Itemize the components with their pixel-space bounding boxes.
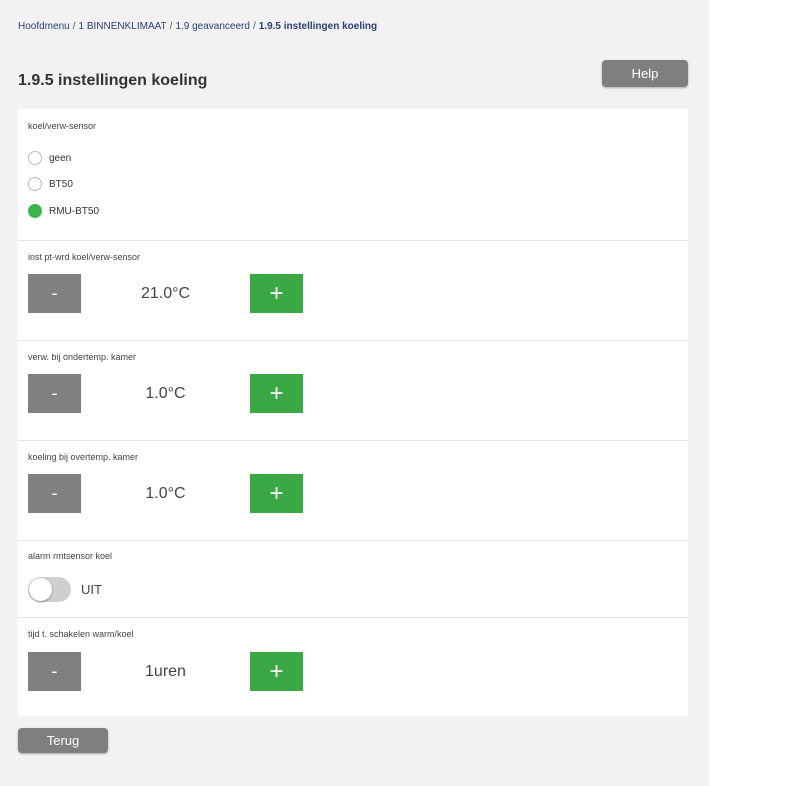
alarm-label: alarm rmtsensor koel — [28, 551, 113, 561]
breadcrumb-item-geavanceerd[interactable]: 1.9 geavanceerd — [175, 21, 250, 32]
radio-button[interactable] — [28, 151, 42, 165]
undertemp-stepper: - 1.0°C + — [28, 374, 304, 413]
setpoint-value: 21.0°C — [140, 284, 191, 302]
breadcrumb-separator: / — [72, 21, 76, 32]
undertemp-section: verw. bij ondertemp. kamer - 1.0°C + — [18, 341, 688, 441]
radio-option-geen[interactable]: geen — [28, 151, 71, 165]
alarm-state: UIT — [81, 582, 102, 597]
overtemp-stepper: - 1.0°C + — [28, 474, 304, 513]
main-panel: Hoofdmenu/1 BINNENKLIMAAT/1.9 geavanceer… — [0, 0, 709, 786]
increase-button[interactable]: + — [250, 374, 303, 413]
switch-time-value: 1uren — [145, 662, 186, 680]
overtemp-value: 1.0°C — [145, 484, 186, 502]
toggle-knob — [29, 578, 52, 601]
breadcrumb-item-binnenklimaat[interactable]: 1 BINNENKLIMAAT — [78, 21, 166, 32]
sensor-section: koel/verw-sensor geen BT50 RMU-BT50 — [18, 109, 688, 241]
breadcrumb: Hoofdmenu/1 BINNENKLIMAAT/1.9 geavanceer… — [18, 21, 377, 32]
back-button[interactable]: Terug — [18, 728, 108, 753]
help-button[interactable]: Help — [602, 60, 688, 87]
increase-button[interactable]: + — [250, 274, 303, 313]
decrease-button[interactable]: - — [28, 474, 81, 513]
switch-time-section: tijd t. schakelen warm/koel - 1uren + — [18, 618, 688, 716]
switch-time-stepper: - 1uren + — [28, 652, 304, 691]
breadcrumb-separator: / — [169, 21, 173, 32]
increase-button[interactable]: + — [250, 474, 303, 513]
alarm-toggle[interactable] — [28, 577, 71, 602]
decrease-button[interactable]: - — [28, 274, 81, 313]
decrease-button[interactable]: - — [28, 374, 81, 413]
breadcrumb-separator: / — [252, 21, 256, 32]
increase-button[interactable]: + — [250, 652, 303, 691]
page-title: 1.9.5 instellingen koeling — [18, 72, 208, 89]
alarm-section: alarm rmtsensor koel UIT — [18, 541, 688, 618]
radio-button[interactable] — [28, 177, 42, 191]
radio-option-bt50[interactable]: BT50 — [28, 177, 73, 191]
breadcrumb-item-hoofdmenu[interactable]: Hoofdmenu — [18, 21, 70, 32]
undertemp-value: 1.0°C — [145, 384, 186, 402]
setpoint-section: inst pt-wrd koel/verw-sensor - 21.0°C + — [18, 241, 688, 341]
overtemp-section: koeling bij overtemp. kamer - 1.0°C + — [18, 441, 688, 541]
undertemp-label: verw. bij ondertemp. kamer — [28, 352, 137, 362]
decrease-button[interactable]: - — [28, 652, 81, 691]
sensor-label: koel/verw-sensor — [28, 121, 97, 131]
setpoint-stepper: - 21.0°C + — [28, 274, 304, 313]
radio-label: BT50 — [49, 178, 73, 190]
radio-button-selected[interactable] — [28, 204, 42, 218]
switch-time-label: tijd t. schakelen warm/koel — [28, 629, 134, 639]
setpoint-label: inst pt-wrd koel/verw-sensor — [28, 252, 141, 262]
overtemp-label: koeling bij overtemp. kamer — [28, 452, 139, 462]
settings-card: koel/verw-sensor geen BT50 RMU-BT50 inst… — [18, 109, 688, 716]
radio-option-rmu-bt50[interactable]: RMU-BT50 — [28, 204, 99, 218]
radio-label: RMU-BT50 — [49, 205, 100, 217]
radio-label: geen — [49, 152, 72, 164]
breadcrumb-item-current: 1.9.5 instellingen koeling — [258, 21, 378, 32]
